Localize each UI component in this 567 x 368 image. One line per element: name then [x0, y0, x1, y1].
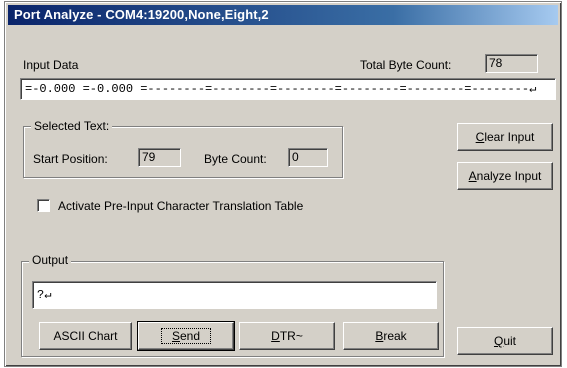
- translation-table-checkbox[interactable]: [37, 199, 50, 212]
- quit-button[interactable]: Quit: [457, 327, 553, 355]
- byte-count-value: 0: [288, 148, 328, 167]
- input-data-label: Input Data: [23, 58, 79, 72]
- break-button[interactable]: Break: [343, 322, 439, 350]
- start-position-label: Start Position:: [33, 152, 108, 166]
- port-analyze-window: Port Analyze - COM4:19200,None,Eight,2 I…: [4, 1, 562, 367]
- quit-mnemonic: Q: [493, 334, 504, 348]
- send-label: end: [179, 329, 201, 343]
- start-position-value: 79: [138, 148, 181, 167]
- send-button[interactable]: Send: [137, 321, 235, 351]
- output-title: Output: [29, 253, 72, 267]
- input-data-field[interactable]: =-0.000 =-0.000 =--------=--------=-----…: [20, 78, 556, 100]
- byte-count-label: Byte Count:: [204, 152, 267, 166]
- quit-label: uit: [503, 334, 517, 348]
- window-title: Port Analyze - COM4:19200,None,Eight,2: [8, 5, 558, 25]
- clear-input-mnemonic: C: [475, 130, 485, 144]
- output-field[interactable]: ?↵: [32, 281, 437, 309]
- analyze-input-mnemonic: A: [468, 169, 477, 183]
- clear-input-button[interactable]: Clear Input: [457, 123, 553, 151]
- translation-table-label: Activate Pre-Input Character Translation…: [58, 199, 304, 213]
- analyze-input-button[interactable]: Analyze Input: [457, 162, 553, 190]
- dtr-mnemonic: D: [271, 329, 280, 343]
- dtr-button[interactable]: DTR~: [239, 322, 335, 350]
- selected-text-title: Selected Text:: [31, 119, 113, 133]
- send-mnemonic: S: [171, 329, 180, 343]
- total-byte-count-value: 78: [485, 54, 538, 73]
- total-byte-count-label: Total Byte Count:: [360, 58, 452, 72]
- analyze-input-label: nalyze Input: [476, 169, 542, 183]
- ascii-chart-button[interactable]: ASCII Chart: [39, 322, 132, 350]
- send-focus-rect: Send: [160, 328, 212, 344]
- dtr-label: TR~: [279, 329, 303, 343]
- clear-input-label: lear Input: [484, 130, 535, 144]
- break-label: reak: [383, 329, 407, 343]
